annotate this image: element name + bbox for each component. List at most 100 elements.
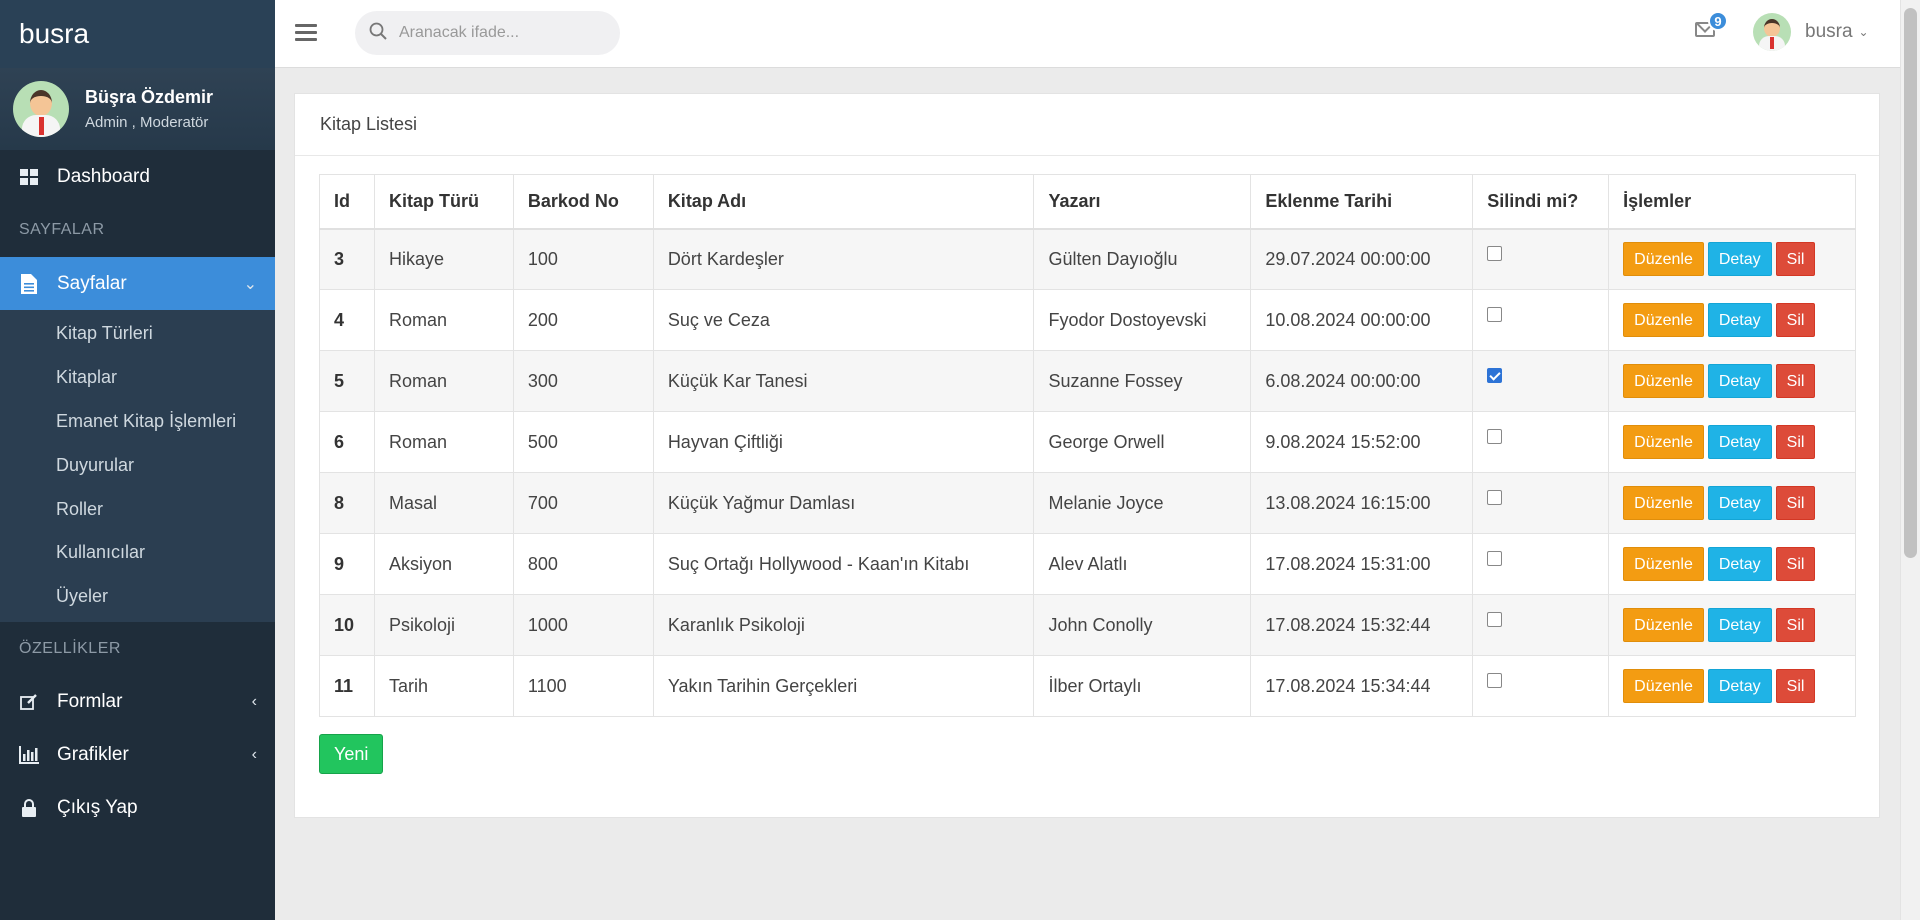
table-row: 4 Roman 200 Suç ve Ceza Fyodor Dostoyevski 10… — [319, 289, 1856, 351]
menu-toggle-icon[interactable] — [295, 24, 317, 42]
delete-button[interactable]: Sil — [1775, 608, 1816, 642]
table-row: 5 Roman 300 Küçük Kar Tanesi Suzanne Fossey 6… — [319, 350, 1856, 412]
sidebar-item-charts[interactable]: Grafikler ‹ — [0, 729, 275, 782]
cell-barcode: 500 — [512, 411, 654, 473]
delete-button[interactable]: Sil — [1775, 364, 1816, 398]
cell-actions: Düzenle Detay Sil — [1608, 411, 1856, 473]
cell-actions: Düzenle Detay Sil — [1608, 655, 1856, 717]
submenu-pages: Kitap Türleri Kitaplar Emanet Kitap İşle… — [0, 310, 275, 622]
cell-actions: Düzenle Detay Sil — [1608, 350, 1856, 412]
detail-button[interactable]: Detay — [1707, 303, 1772, 337]
cell-date: 17.08.2024 15:32:44 — [1250, 594, 1474, 656]
sidebar-item-users[interactable]: Kullanıcılar — [0, 531, 275, 575]
cell-actions: Düzenle Detay Sil — [1608, 594, 1856, 656]
cell-date: 17.08.2024 15:31:00 — [1250, 533, 1474, 595]
cell-author: Gülten Dayıoğlu — [1033, 228, 1252, 290]
deleted-checkbox[interactable] — [1487, 367, 1503, 383]
delete-button[interactable]: Sil — [1775, 486, 1816, 520]
cell-barcode: 100 — [512, 228, 654, 290]
cell-book-title: Dört Kardeşler — [652, 228, 1035, 290]
sidebar-item-label: Sayfalar — [57, 272, 127, 294]
cell-deleted — [1472, 228, 1610, 290]
cell-actions: Düzenle Detay Sil — [1608, 289, 1856, 351]
delete-button[interactable]: Sil — [1775, 669, 1816, 703]
detail-button[interactable]: Detay — [1707, 364, 1772, 398]
detail-button[interactable]: Detay — [1707, 547, 1772, 581]
user-panel: Büşra Özdemir Admin , Moderatör — [0, 68, 275, 150]
user-menu[interactable]: busra ⌄ — [1753, 13, 1869, 51]
edit-button[interactable]: Düzenle — [1623, 669, 1704, 703]
deleted-checkbox[interactable] — [1487, 550, 1503, 566]
sidebar-item-dashboard[interactable]: Dashboard — [0, 150, 275, 203]
deleted-checkbox[interactable] — [1487, 489, 1503, 505]
table-row: 11 Tarih 1100 Yakın Tarihin Gerçekleri İlber… — [319, 655, 1856, 717]
file-icon — [19, 273, 39, 294]
cell-author: John Conolly — [1033, 594, 1252, 656]
cell-actions: Düzenle Detay Sil — [1608, 533, 1856, 595]
cell-actions: Düzenle Detay Sil — [1608, 228, 1856, 290]
edit-button[interactable]: Düzenle — [1623, 242, 1704, 277]
cell-id: 5 — [319, 350, 375, 412]
sidebar-item-label: Dashboard — [57, 165, 150, 187]
detail-button[interactable]: Detay — [1707, 669, 1772, 703]
detail-button[interactable]: Detay — [1707, 608, 1772, 642]
sidebar-item-pages[interactable]: Sayfalar ⌄ — [0, 257, 275, 310]
edit-button[interactable]: Düzenle — [1623, 608, 1704, 642]
section-header-features: ÖZELLİKLER — [19, 639, 121, 657]
delete-button[interactable]: Sil — [1775, 425, 1816, 459]
deleted-checkbox[interactable] — [1487, 672, 1503, 688]
brand-logo[interactable]: busra — [0, 0, 275, 68]
table-header-row: Id Kitap Türü Barkod No Kitap Adı Yazarı… — [319, 174, 1856, 230]
chevron-left-icon: ‹ — [251, 746, 257, 764]
sidebar-item-roles[interactable]: Roller — [0, 487, 275, 531]
sidebar-item-members[interactable]: Üyeler — [0, 575, 275, 619]
cell-deleted — [1472, 411, 1610, 473]
detail-button[interactable]: Detay — [1707, 486, 1772, 520]
cell-id: 11 — [319, 655, 375, 717]
cell-deleted — [1472, 472, 1610, 534]
page-scrollbar[interactable] — [1900, 0, 1920, 920]
sidebar-item-books[interactable]: Kitaplar — [0, 356, 275, 400]
bar-chart-icon — [19, 745, 39, 765]
deleted-checkbox[interactable] — [1487, 428, 1503, 444]
column-header: Silindi mi? — [1472, 174, 1610, 230]
cell-barcode: 200 — [512, 289, 654, 351]
edit-button[interactable]: Düzenle — [1623, 547, 1704, 581]
cell-book-title: Suç Ortağı Hollywood - Kaan'ın Kitabı — [652, 533, 1035, 595]
sidebar-item-book-types[interactable]: Kitap Türleri — [0, 312, 275, 356]
delete-button[interactable]: Sil — [1775, 303, 1816, 337]
lock-icon — [19, 798, 39, 818]
sidebar-item-loans[interactable]: Emanet Kitap İşlemleri — [0, 400, 275, 444]
cell-id: 3 — [319, 228, 375, 290]
sidebar-item-forms[interactable]: Formlar ‹ — [0, 676, 275, 729]
cell-barcode: 700 — [512, 472, 654, 534]
detail-button[interactable]: Detay — [1707, 242, 1772, 277]
deleted-checkbox[interactable] — [1487, 611, 1503, 627]
avatar — [1753, 13, 1791, 51]
search-input[interactable] — [399, 24, 599, 42]
sidebar-item-logout[interactable]: Çıkış Yap — [0, 782, 275, 835]
user-name: Büşra Özdemir — [85, 87, 214, 107]
delete-button[interactable]: Sil — [1775, 547, 1816, 581]
table-row: 6 Roman 500 Hayvan Çiftliği George Orwell 9.0… — [319, 411, 1856, 473]
cell-author: Suzanne Fossey — [1033, 350, 1252, 412]
new-book-button[interactable]: Yeni — [319, 734, 384, 774]
cell-deleted — [1472, 350, 1610, 412]
deleted-checkbox[interactable] — [1487, 245, 1503, 261]
deleted-checkbox[interactable] — [1487, 306, 1503, 322]
edit-button[interactable]: Düzenle — [1623, 425, 1704, 459]
chevron-down-icon: ⌄ — [1858, 25, 1869, 39]
edit-button[interactable]: Düzenle — [1623, 364, 1704, 398]
cell-id: 6 — [319, 411, 375, 473]
book-list-card: Kitap Listesi Id Kitap Türü Barkod No Ki… — [294, 93, 1880, 818]
scrollbar-thumb[interactable] — [1904, 8, 1917, 558]
sidebar-item-announcements[interactable]: Duyurular — [0, 443, 275, 487]
edit-button[interactable]: Düzenle — [1623, 303, 1704, 337]
cell-date: 29.07.2024 00:00:00 — [1250, 228, 1474, 290]
edit-button[interactable]: Düzenle — [1623, 486, 1704, 520]
delete-button[interactable]: Sil — [1775, 242, 1816, 277]
table-row: 10 Psikoloji 1000 Karanlık Psikoloji John Co… — [319, 594, 1856, 656]
column-header: Eklenme Tarihi — [1250, 174, 1474, 230]
chevron-down-icon: ⌄ — [243, 275, 257, 293]
detail-button[interactable]: Detay — [1707, 425, 1772, 459]
